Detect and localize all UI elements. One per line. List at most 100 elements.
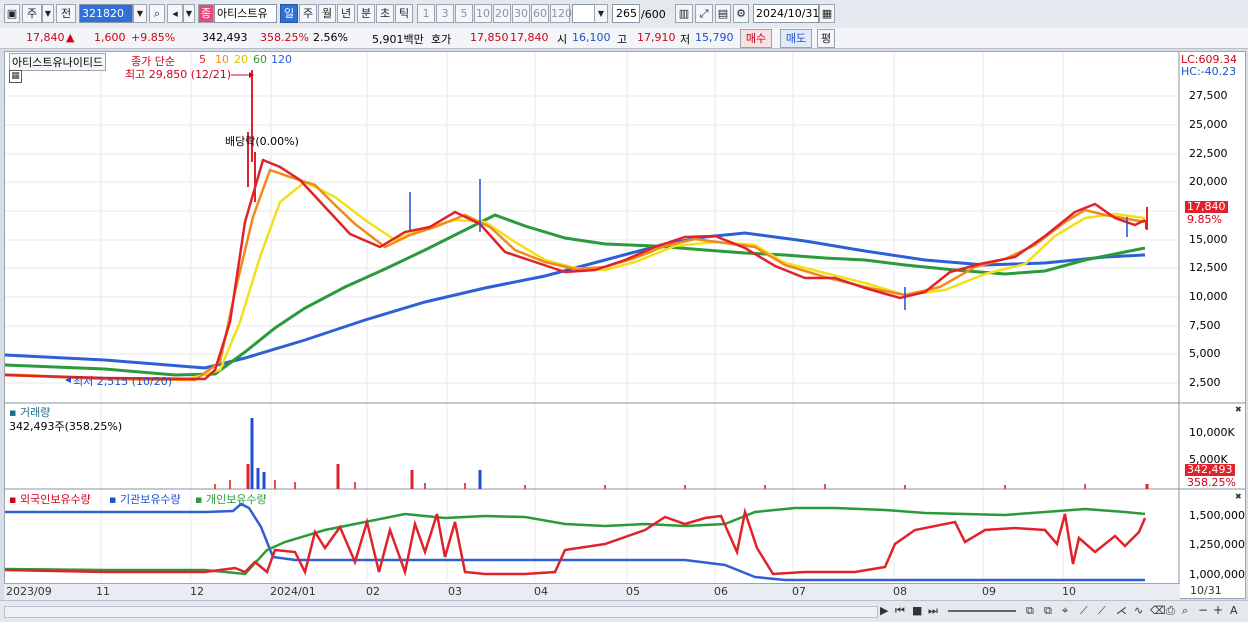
ma5-label: 5	[199, 53, 206, 66]
high-note: 최고 29,850 (12/21)	[125, 68, 232, 81]
interval-20[interactable]: 20	[493, 4, 511, 23]
dividend-note: 배당락(0.00%)	[225, 135, 299, 148]
eval-button[interactable]: 평	[817, 29, 835, 48]
period-month[interactable]: 월	[318, 4, 336, 23]
y-tick: 2,500	[1189, 376, 1221, 389]
x-tick: 2024/01	[270, 585, 316, 598]
calendar-icon[interactable]: ▦	[819, 4, 835, 23]
eraser-icon[interactable]: ⌫	[1150, 604, 1166, 617]
interval-5[interactable]: 5	[455, 4, 473, 23]
x-tick: 04	[534, 585, 548, 598]
cursor-icon[interactable]: ⌖	[1062, 604, 1068, 618]
candle-icon[interactable]: ▥	[675, 4, 693, 23]
high-label: 고	[617, 33, 628, 46]
save-icon[interactable]: ▤	[715, 4, 731, 23]
panel-close-icon[interactable]: ✖	[1235, 492, 1242, 501]
institution-holding-label: ▪ 기관보유수량	[109, 493, 181, 506]
name-badge: 종	[198, 4, 214, 23]
x-tick: 2023/09	[6, 585, 52, 598]
x-tick: 07	[792, 585, 806, 598]
period-day[interactable]: 일	[280, 4, 298, 23]
main-selector[interactable]: 주	[22, 4, 42, 23]
x-tick: 08	[893, 585, 907, 598]
wave-icon[interactable]: ∿	[1134, 604, 1143, 617]
y-tick: 25,000	[1189, 118, 1228, 131]
panel-close-icon[interactable]: ✖	[1235, 405, 1242, 414]
zoom-icon[interactable]: ⌕	[1182, 604, 1188, 618]
play-icon[interactable]: ▶	[880, 604, 888, 617]
table-icon[interactable]: ▦	[9, 70, 22, 83]
scrollbar-track[interactable]	[4, 606, 878, 618]
foreign-holding-text: 외국인보유수량	[19, 493, 91, 506]
chart-area[interactable]: 아티스트유나이티드 종가 단순 5 10 20 60 120 최고 29,850…	[4, 51, 1246, 599]
x-tick: 12	[190, 585, 204, 598]
speaker-dropdown-icon[interactable]: ▼	[183, 4, 195, 23]
holding-y-tick: 1,000,000	[1189, 568, 1245, 581]
period-second[interactable]: 초	[376, 4, 394, 23]
code-dropdown-icon[interactable]: ▼	[133, 4, 147, 23]
chart-svg	[5, 52, 1245, 598]
period-week[interactable]: 주	[299, 4, 317, 23]
bid-label: 호가	[431, 33, 452, 46]
open-label: 시	[557, 33, 568, 46]
x-tick: 09	[982, 585, 996, 598]
individual-holding-label: ▪ 개인보유수량	[195, 493, 267, 506]
fork-icon[interactable]: ⋌	[1116, 604, 1127, 617]
draw-tool-icon[interactable]: ⤢	[695, 4, 713, 23]
ma120-label: 120	[271, 53, 292, 66]
stop-icon[interactable]: ■	[912, 604, 922, 617]
period-year[interactable]: 년	[337, 4, 355, 23]
plus-icon[interactable]: +	[1213, 603, 1223, 617]
speed-slider[interactable]	[948, 610, 1016, 612]
buy-button[interactable]: 매수	[740, 29, 772, 48]
sell-button[interactable]: 매도	[780, 29, 812, 48]
interval-3[interactable]: 3	[436, 4, 454, 23]
speaker-icon[interactable]: ◂	[167, 4, 183, 23]
prev-button[interactable]: 전	[56, 4, 76, 23]
copy-icon[interactable]: ⧉	[1044, 604, 1052, 618]
text-tool-icon[interactable]: A	[1230, 604, 1238, 617]
price-change: 1,600	[94, 31, 126, 44]
low-price: 15,790	[695, 31, 734, 44]
interval-1[interactable]: 1	[417, 4, 435, 23]
y-tick: 15,000	[1189, 233, 1228, 246]
amount: 5,901백만	[372, 33, 424, 46]
volume-last-tag: 342,493	[1185, 463, 1235, 476]
x-tick: 02	[366, 585, 380, 598]
foreign-holding-label: ▪ 외국인보유수량	[9, 493, 91, 506]
line-tool-icon[interactable]: ⟋	[1080, 604, 1088, 618]
gear-icon[interactable]: ⚙	[733, 4, 749, 23]
custom-interval-dropdown-icon[interactable]: ▼	[594, 4, 608, 23]
interval-10[interactable]: 10	[474, 4, 492, 23]
institution-holding-text: 기관보유수량	[119, 493, 181, 506]
volume-value: 342,493	[202, 31, 248, 44]
trend-icon[interactable]: ⟋	[1098, 604, 1106, 618]
ma20-label: 20	[234, 53, 248, 66]
y-tick: 12,500	[1189, 261, 1228, 274]
chevron-down-icon[interactable]: ▼	[42, 4, 54, 23]
up-arrow-icon: ▲	[66, 31, 75, 44]
interval-120[interactable]: 120	[550, 4, 572, 23]
interval-60[interactable]: 60	[531, 4, 549, 23]
interval-30[interactable]: 30	[512, 4, 530, 23]
x-tick-last: 10/31	[1190, 584, 1222, 597]
print-icon[interactable]: ⎙	[1166, 604, 1175, 618]
stock-title: 아티스트유나이티드	[9, 53, 107, 71]
date-input[interactable]: 2024/10/31	[753, 4, 819, 23]
y-tick: 27,500	[1189, 89, 1228, 102]
stock-name-field[interactable]: 아티스트유	[214, 4, 277, 23]
bottom-bar: ▶ ⏮ ■ ⏭ ⧉ ⧉ ⌖ ⟋ ⟋ ⋌ ∿ ⌫ ⎙ ⌕ − + A	[0, 600, 1248, 622]
rewind-icon[interactable]: ⏮	[895, 604, 905, 618]
forward-icon[interactable]: ⏭	[928, 604, 938, 618]
code-input[interactable]: 321820	[79, 4, 133, 23]
search-icon[interactable]: ⌕	[149, 4, 165, 23]
period-tick[interactable]: 틱	[395, 4, 413, 23]
layout-grid-icon[interactable]: ⧉	[1026, 604, 1034, 618]
x-axis: 2023/09 11 12 2024/01 02 03 04 05 06 07 …	[4, 583, 1180, 600]
layout-icon[interactable]: ▣	[4, 4, 20, 23]
count-input[interactable]: 265	[612, 4, 640, 23]
period-minute[interactable]: 분	[357, 4, 375, 23]
minus-icon[interactable]: −	[1198, 603, 1208, 617]
toolbar: ▣ 주 ▼ 전 321820 ▼ ⌕ ◂ ▼ 종 아티스트유 일 주 월 년 분…	[0, 0, 1248, 29]
turnover: 2.56%	[313, 31, 348, 44]
